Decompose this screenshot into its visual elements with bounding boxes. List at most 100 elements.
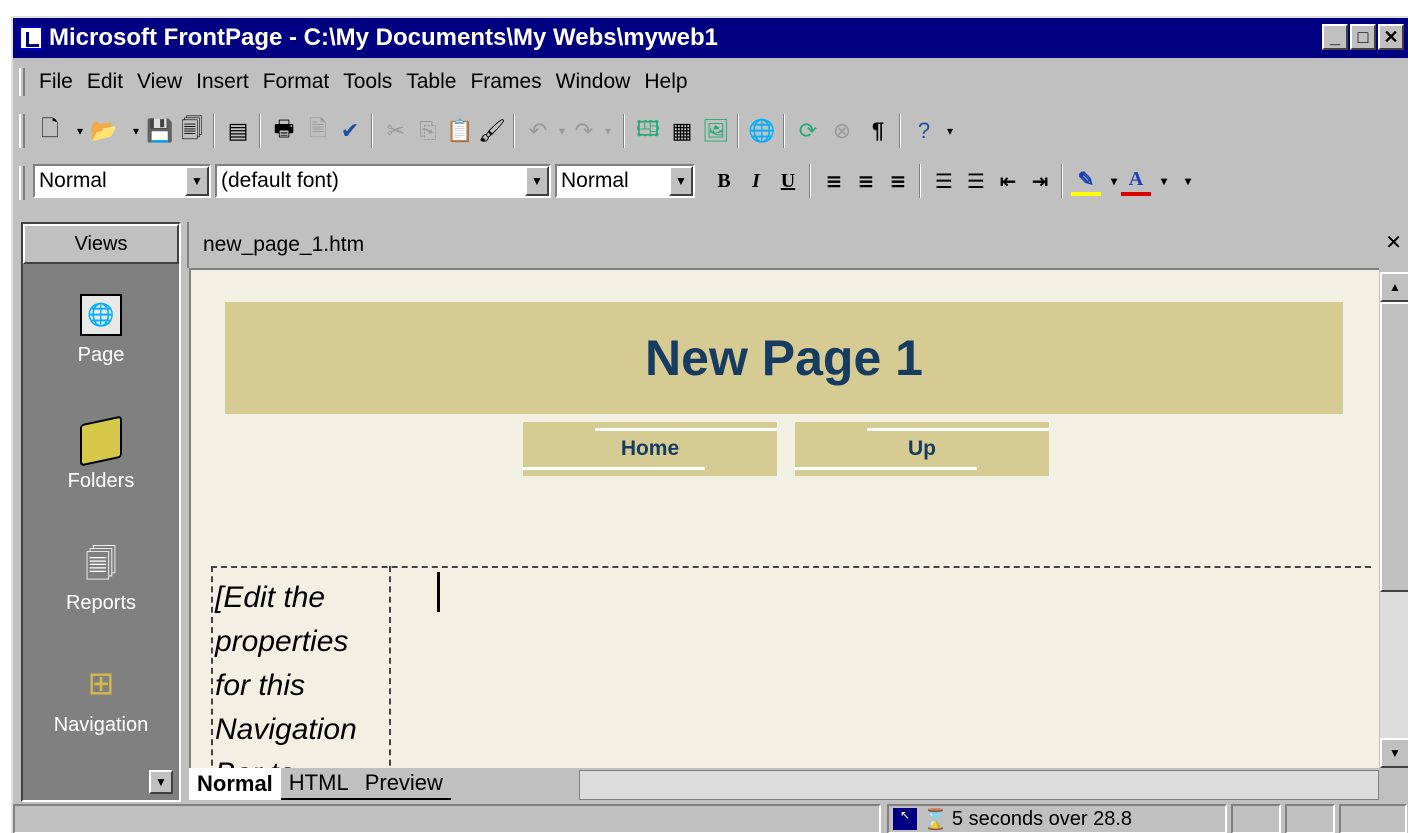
format-toolbar-options-icon[interactable]: ▾ <box>1173 166 1203 196</box>
numbered-list-icon[interactable]: ☰ <box>929 166 959 196</box>
font-size-select[interactable]: Normal ▼ <box>555 164 695 198</box>
status-panel-empty-1 <box>1231 804 1281 833</box>
bulleted-list-icon[interactable]: ☰ <box>961 166 991 196</box>
menu-table[interactable]: Table <box>406 70 456 94</box>
spelling-icon[interactable]: ✔ <box>335 116 365 146</box>
view-page-label: Page <box>77 344 125 366</box>
font-size-dropdown-icon[interactable]: ▼ <box>669 166 693 196</box>
save-icon[interactable]: 💾 <box>145 116 175 146</box>
paste-icon[interactable]: 📋 <box>445 116 475 146</box>
formatting-toolbar: Normal ▼ (default font) ▼ Normal ▼ B I U… <box>13 158 1408 208</box>
nav-button-up-label: Up <box>908 437 936 460</box>
toolbar-options-icon[interactable]: ▾ <box>935 116 965 146</box>
frontpage-window: Microsoft FrontPage - C:\My Documents\My… <box>11 16 1408 833</box>
reports-view-icon: 🗐 <box>85 546 117 582</box>
page-canvas[interactable]: New Page 1 Home Up [Edit the properties … <box>189 268 1379 768</box>
show-all-icon[interactable]: ¶ <box>863 116 893 146</box>
menu-format[interactable]: Format <box>263 70 330 94</box>
copy-icon[interactable]: ⎘ <box>413 116 443 146</box>
font-value: (default font) <box>221 169 339 192</box>
view-reports[interactable]: 🗐 Reports <box>23 542 179 615</box>
font-dropdown-icon[interactable]: ▼ <box>525 166 549 196</box>
menu-file[interactable]: File <box>39 70 73 94</box>
stop-icon[interactable]: ⊗ <box>827 116 857 146</box>
tab-html[interactable]: HTML <box>280 768 357 800</box>
menu-frames[interactable]: Frames <box>470 70 541 94</box>
views-scroll-down-button[interactable]: ▼ <box>149 770 173 794</box>
highlight-color-icon[interactable]: ✎ <box>1071 166 1101 196</box>
scroll-thumb[interactable] <box>1380 302 1408 592</box>
menu-insert[interactable]: Insert <box>196 70 249 94</box>
view-folders[interactable]: Folders <box>23 415 179 493</box>
page-view-icon: 🌐 <box>80 294 122 336</box>
view-reports-label: Reports <box>65 592 137 614</box>
scroll-down-button[interactable]: ▼ <box>1380 738 1408 768</box>
align-left-icon[interactable]: ≡ <box>819 166 849 196</box>
frontpage-status-icon: ↖ <box>893 808 917 830</box>
bold-button[interactable]: B <box>709 166 739 196</box>
menu-view[interactable]: View <box>137 70 182 94</box>
table-border-left <box>211 566 213 768</box>
scroll-up-button[interactable]: ▲ <box>1380 272 1408 302</box>
vertical-scrollbar[interactable]: ▲ ▼ <box>1380 272 1408 768</box>
menu-bar: File Edit View Insert Format Tools Table… <box>13 62 1408 102</box>
nav-button-up[interactable]: Up <box>795 422 1049 476</box>
horizontal-scrollbar[interactable] <box>579 770 1379 800</box>
redo-dropdown-icon[interactable]: ▾ <box>593 116 623 146</box>
tab-preview[interactable]: Preview <box>356 768 451 800</box>
insert-picture-icon[interactable]: 🖼 <box>701 116 731 146</box>
menu-tools[interactable]: Tools <box>343 70 392 94</box>
font-size-value: Normal <box>561 169 629 192</box>
insert-component-icon[interactable]: 🖽 <box>633 116 663 146</box>
views-bar: Views 🌐 Page Folders 🗐 Reports ⊞ Navigat… <box>21 222 181 802</box>
hyperlink-icon[interactable]: 🌐 <box>747 116 777 146</box>
menu-edit[interactable]: Edit <box>87 70 123 94</box>
folder-list-icon[interactable]: ▤ <box>223 116 253 146</box>
menu-window[interactable]: Window <box>556 70 631 94</box>
style-select[interactable]: Normal ▼ <box>33 164 211 198</box>
text-cursor <box>437 572 440 612</box>
decrease-indent-icon[interactable]: ⇤ <box>993 166 1023 196</box>
style-dropdown-icon[interactable]: ▼ <box>185 166 209 196</box>
preview-in-browser-icon[interactable]: 🗎 <box>303 116 333 146</box>
new-page-icon[interactable]: 🗋 <box>35 116 65 146</box>
navigation-bar-placeholder[interactable]: [Edit the properties for this Navigation… <box>215 576 389 768</box>
table-border-top <box>211 566 1371 568</box>
page-view-tabs: Normal HTML Preview <box>189 768 1379 802</box>
open-icon[interactable]: 📂 <box>89 116 119 146</box>
print-icon[interactable]: 🖶 <box>269 116 299 146</box>
refresh-icon[interactable]: ⟳ <box>793 116 823 146</box>
font-select[interactable]: (default font) ▼ <box>215 164 551 198</box>
italic-button[interactable]: I <box>741 166 771 196</box>
insert-table-icon[interactable]: ▦ <box>667 116 697 146</box>
navigation-view-icon: ⊞ <box>87 665 115 701</box>
align-right-icon[interactable]: ≡ <box>883 166 913 196</box>
banner-title: New Page 1 <box>645 330 923 386</box>
nav-button-home-label: Home <box>620 437 680 460</box>
cut-icon[interactable]: ✂ <box>381 116 411 146</box>
view-navigation[interactable]: ⊞ Navigation <box>23 664 179 737</box>
view-page[interactable]: 🌐 Page <box>23 294 179 367</box>
download-time-panel: ↖ ⌛ 5 seconds over 28.8 <box>887 804 1227 833</box>
nav-button-home[interactable]: Home <box>523 422 777 476</box>
font-color-icon[interactable]: A <box>1121 166 1151 196</box>
document-tab[interactable]: new_page_1.htm ✕ <box>187 222 1408 268</box>
page-banner: New Page 1 <box>225 302 1343 414</box>
standard-toolbar: 🗋 ▾ 📂 ▾ 💾 🗐 ▤ 🖶 🗎 ✔ ✂ ⎘ 📋 🖌 ↶ ▾ ↷ ▾ 🖽 ▦ … <box>13 108 1408 154</box>
align-center-icon[interactable]: ≡ <box>851 166 881 196</box>
tab-normal[interactable]: Normal <box>189 768 281 800</box>
status-message <box>13 804 881 833</box>
publish-icon[interactable]: 🗐 <box>177 116 207 146</box>
menu-help[interactable]: Help <box>644 70 687 94</box>
views-header: Views <box>23 224 179 264</box>
increase-indent-icon[interactable]: ⇥ <box>1025 166 1055 196</box>
size-grip[interactable] <box>1339 804 1407 833</box>
close-button[interactable]: ✕ <box>1378 24 1404 50</box>
close-document-icon[interactable]: ✕ <box>1385 230 1402 255</box>
title-bar[interactable]: Microsoft FrontPage - C:\My Documents\My… <box>13 18 1408 58</box>
underline-button[interactable]: U <box>773 166 803 196</box>
format-painter-icon[interactable]: 🖌 <box>477 116 507 146</box>
frontpage-app-icon[interactable] <box>19 26 43 50</box>
maximize-button[interactable]: □ <box>1350 24 1376 50</box>
minimize-button[interactable]: _ <box>1322 24 1348 50</box>
